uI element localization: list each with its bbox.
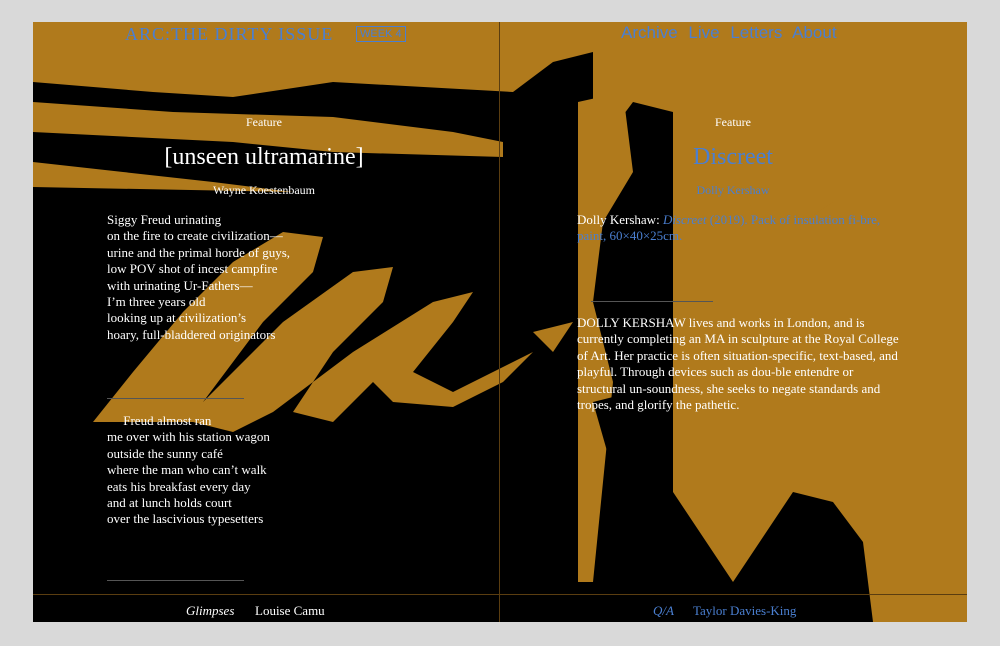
footer-right-author[interactable]: Taylor Davies-King xyxy=(693,603,796,619)
nav-live[interactable]: Live xyxy=(688,23,719,42)
left-poem-stanza-1: Siggy Freud urinating on the fire to cre… xyxy=(107,212,291,342)
left-poem-stanza-2: Freud almost ran me over with his statio… xyxy=(107,413,270,527)
left-rule-1 xyxy=(107,398,244,399)
footer-left-author[interactable]: Louise Camu xyxy=(255,603,325,619)
main-nav: Archive Live Letters About xyxy=(621,23,843,43)
site-brand[interactable]: ARC:THE DIRTY ISSUE xyxy=(125,24,333,45)
right-title[interactable]: Discreet xyxy=(563,144,903,171)
week-badge[interactable]: WEEK 4 xyxy=(356,26,406,42)
right-author[interactable]: Dolly Kershaw xyxy=(583,183,883,198)
right-kicker: Feature xyxy=(715,115,751,129)
nav-about[interactable]: About xyxy=(792,23,836,42)
footer-right-series[interactable]: Q/A xyxy=(653,603,674,619)
left-rule-2 xyxy=(107,580,244,581)
footer-bar: Glimpses Louise Camu Q/A Taylor Davies-K… xyxy=(33,594,967,622)
left-kicker: Feature xyxy=(246,115,282,129)
footer-left-series[interactable]: Glimpses xyxy=(186,603,234,619)
left-author[interactable]: Wayne Koestenbaum xyxy=(114,183,414,198)
page-frame: ARC:THE DIRTY ISSUE WEEK 4 Archive Live … xyxy=(33,22,967,622)
top-bar: ARC:THE DIRTY ISSUE WEEK 4 Archive Live … xyxy=(33,22,967,46)
artwork-caption: Dolly Kershaw: Discreet (2019). Pack of … xyxy=(577,212,897,245)
caption-work-title: Discreet xyxy=(662,212,707,227)
column-divider xyxy=(499,22,500,622)
nav-letters[interactable]: Letters xyxy=(730,23,782,42)
nav-archive[interactable]: Archive xyxy=(621,23,678,42)
right-rule xyxy=(591,301,713,302)
left-title[interactable]: [unseen ultramarine] xyxy=(94,144,434,171)
caption-artist: Dolly Kershaw: xyxy=(577,212,663,227)
artist-bio: DOLLY KERSHAW lives and works in London,… xyxy=(577,315,899,413)
